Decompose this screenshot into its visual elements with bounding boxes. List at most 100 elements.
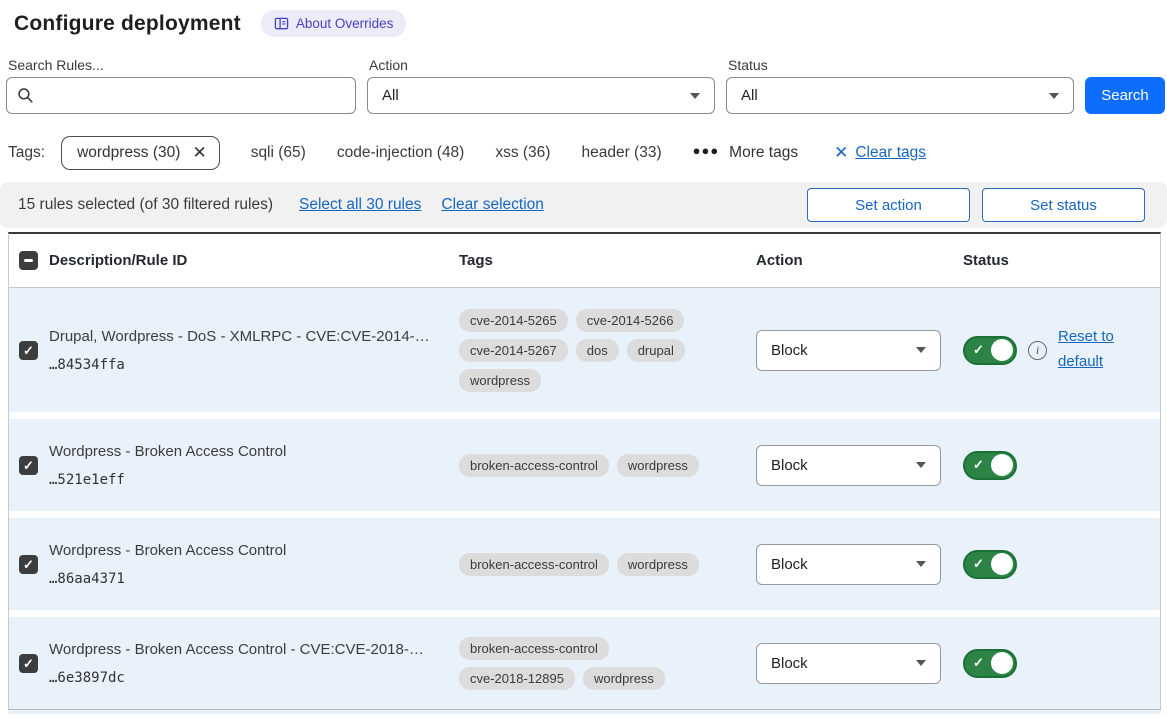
selected-tag-chip-wordpress[interactable]: wordpress (30) ✕	[61, 136, 220, 170]
next-row-sliver	[8, 709, 1161, 714]
clear-tags-label: Clear tags	[855, 144, 926, 162]
tag-filter-code-injection[interactable]: code-injection (48)	[337, 144, 465, 162]
row-rule-id: …86aa4371	[49, 571, 459, 587]
action-filter-select[interactable]: All	[367, 77, 715, 114]
row-action-cell: Block	[756, 330, 963, 371]
search-rules-group: Search Rules...	[6, 57, 356, 114]
search-input[interactable]	[42, 87, 345, 104]
check-icon: ✓	[23, 459, 34, 472]
tag-pill: cve-2018-12895	[459, 667, 575, 690]
chevron-down-icon	[916, 462, 926, 468]
row-action-select[interactable]: Block	[756, 330, 941, 371]
row-rule-id: …6e3897dc	[49, 670, 459, 686]
row-checkbox[interactable]: ✓	[19, 456, 38, 475]
tag-pill: cve-2014-5266	[576, 309, 685, 332]
row-checkbox-cell: ✓	[9, 341, 49, 360]
selected-tag-label: wordpress (30)	[77, 144, 180, 162]
row-description: Drupal, Wordpress - DoS - XMLRPC - CVE:C…	[49, 328, 459, 345]
tags-label: Tags:	[8, 144, 45, 162]
filters-row: Search Rules... Action All Status All Se…	[6, 57, 1165, 114]
row-checkbox[interactable]: ✓	[19, 341, 38, 360]
tag-pill: wordpress	[583, 667, 665, 690]
tag-pill: cve-2014-5267	[459, 339, 568, 362]
clear-tags-link[interactable]: ✕ Clear tags	[834, 143, 926, 163]
search-icon	[17, 87, 34, 104]
table-header-row: Description/Rule ID Tags Action Status	[9, 234, 1160, 288]
clear-icon: ✕	[834, 143, 848, 163]
row-rule-id: …521e1eff	[49, 472, 459, 488]
header-checkbox-cell	[9, 251, 49, 270]
row-action-select[interactable]: Block	[756, 643, 941, 684]
row-tags: cve-2014-5265 cve-2014-5266 cve-2014-5267 d…	[459, 309, 711, 392]
row-action-select[interactable]: Block	[756, 544, 941, 585]
row-status-cell: ✓ i	[963, 649, 1160, 678]
row-action-value: Block	[771, 457, 808, 474]
check-icon: ✓	[973, 342, 984, 358]
reset-group: i Reset to default	[1028, 325, 1124, 375]
status-filter-label: Status	[728, 57, 1074, 73]
chevron-down-icon	[916, 561, 926, 567]
tag-filter-xss[interactable]: xss (36)	[495, 144, 550, 162]
status-toggle[interactable]: ✓	[963, 336, 1017, 365]
row-rule-id: …84534ffa	[49, 357, 459, 373]
search-rules-label: Search Rules...	[8, 57, 356, 73]
row-action-cell: Block	[756, 643, 963, 684]
clear-selection-link[interactable]: Clear selection	[441, 196, 544, 214]
row-checkbox-cell: ✓	[9, 456, 49, 475]
set-action-button[interactable]: Set action	[807, 188, 970, 222]
row-action-cell: Block	[756, 445, 963, 486]
column-header-action: Action	[756, 252, 963, 269]
set-status-button[interactable]: Set status	[982, 188, 1145, 222]
row-action-value: Block	[771, 342, 808, 359]
row-description: Wordpress - Broken Access Control	[49, 542, 459, 559]
info-icon[interactable]: i	[1028, 341, 1047, 360]
row-description-cell: Drupal, Wordpress - DoS - XMLRPC - CVE:C…	[49, 328, 459, 373]
tag-pill: drupal	[627, 339, 685, 362]
select-all-checkbox[interactable]	[19, 251, 38, 270]
tag-filter-header[interactable]: header (33)	[581, 144, 661, 162]
select-all-link[interactable]: Select all 30 rules	[299, 196, 421, 214]
toggle-knob	[991, 339, 1013, 361]
row-checkbox[interactable]: ✓	[19, 555, 38, 574]
status-toggle[interactable]: ✓	[963, 649, 1017, 678]
search-input-box[interactable]	[6, 77, 356, 114]
row-status-cell: ✓ i Reset to default	[963, 325, 1160, 375]
status-toggle[interactable]: ✓	[963, 550, 1017, 579]
column-header-tags: Tags	[459, 252, 756, 269]
row-tags: broken-access-controlcve-2018-12895wordp…	[459, 637, 711, 690]
chevron-down-icon	[916, 347, 926, 353]
chevron-down-icon	[690, 93, 700, 99]
check-icon: ✓	[23, 657, 34, 670]
tag-pill: cve-2014-5265	[459, 309, 568, 332]
row-checkbox[interactable]: ✓	[19, 654, 38, 673]
tag-filter-sqli[interactable]: sqli (65)	[251, 144, 306, 162]
remove-tag-icon[interactable]: ✕	[192, 143, 206, 163]
reset-to-default-link[interactable]: Reset to default	[1058, 325, 1124, 375]
indeterminate-icon	[24, 259, 33, 262]
page-header: Configure deployment About Overrides	[0, 0, 1167, 37]
row-tags: broken-access-controlwordpress	[459, 454, 711, 477]
status-toggle[interactable]: ✓	[963, 451, 1017, 480]
about-overrides-label: About Overrides	[296, 16, 394, 31]
book-icon	[274, 16, 289, 31]
check-icon: ✓	[973, 556, 984, 572]
chevron-down-icon	[1049, 93, 1059, 99]
row-action-cell: Block	[756, 544, 963, 585]
row-action-select[interactable]: Block	[756, 445, 941, 486]
search-button[interactable]: Search	[1085, 77, 1165, 114]
check-icon: ✓	[23, 344, 34, 357]
row-checkbox-cell: ✓	[9, 654, 49, 673]
chevron-down-icon	[916, 660, 926, 666]
row-status-cell: ✓ i	[963, 550, 1160, 579]
more-tags-button[interactable]: ●●● More tags	[693, 144, 798, 162]
row-tags-cell: broken-access-controlcve-2018-12895wordp…	[459, 637, 756, 690]
action-filter-group: Action All	[367, 57, 715, 114]
row-status-cell: ✓ i	[963, 451, 1160, 480]
about-overrides-badge[interactable]: About Overrides	[261, 10, 407, 37]
toggle-knob	[991, 652, 1013, 674]
toggle-knob	[991, 553, 1013, 575]
row-checkbox-cell: ✓	[9, 555, 49, 574]
status-filter-select[interactable]: All	[726, 77, 1074, 114]
tag-pill: dos	[576, 339, 619, 362]
action-filter-label: Action	[369, 57, 715, 73]
